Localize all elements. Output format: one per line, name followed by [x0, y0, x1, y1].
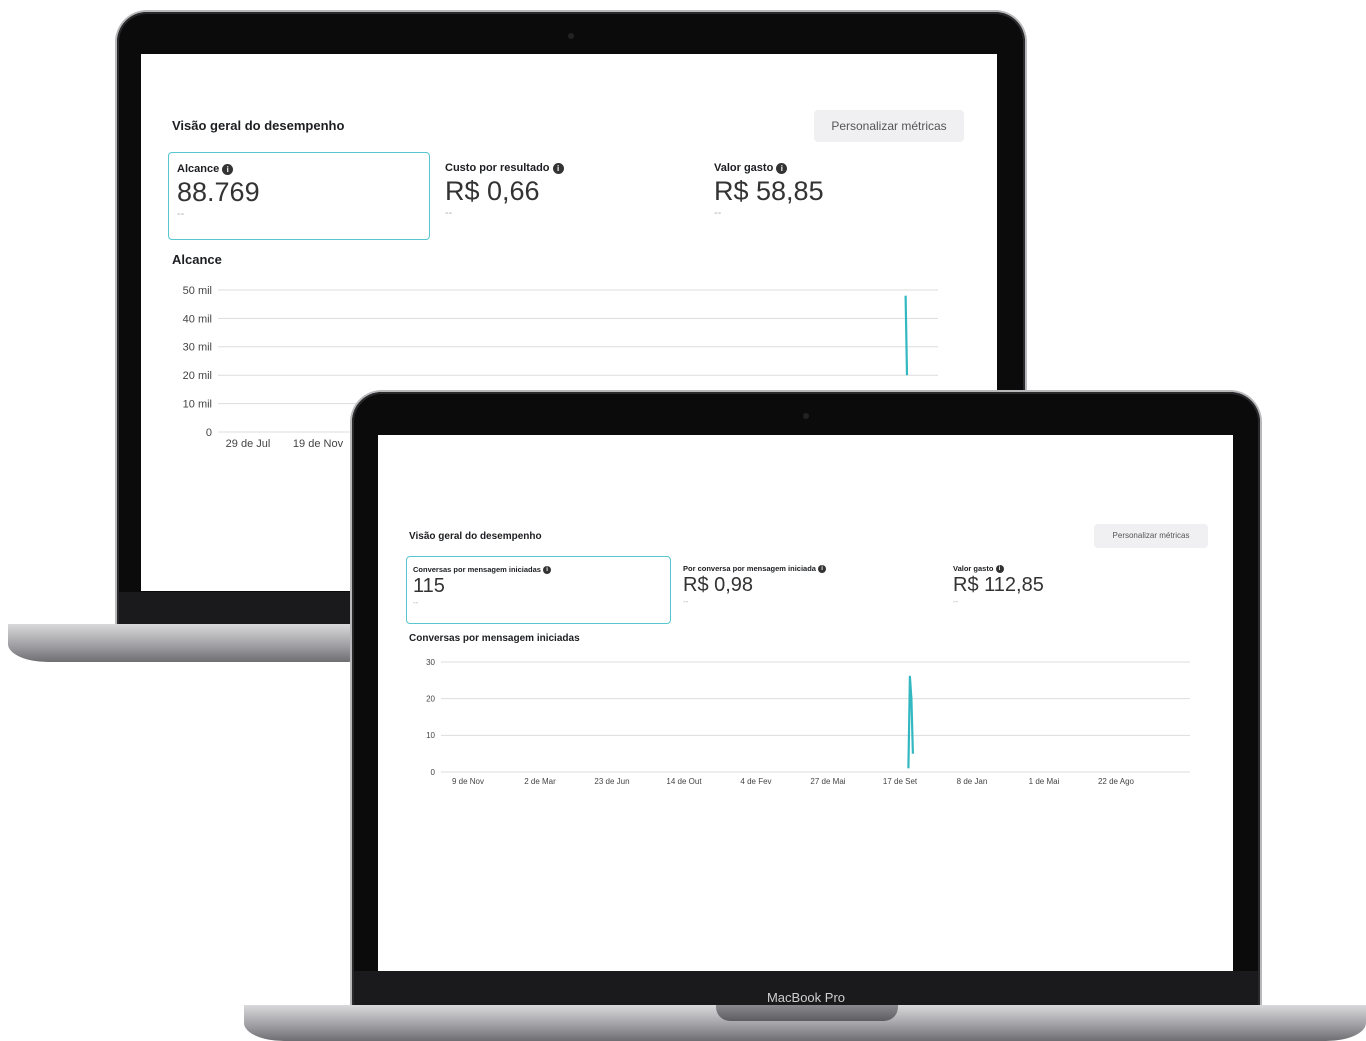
customize-metrics-button[interactable]: Personalizar métricas	[814, 110, 964, 142]
y-tick-label: 0	[431, 768, 436, 777]
front-laptop-screen: Visão geral do desempenho Personalizar m…	[378, 435, 1233, 971]
metric-card-amount-spent[interactable]: Valor gasto i R$ 112,85 --	[947, 556, 1212, 624]
metric-label: Valor gasto	[714, 162, 774, 174]
metric-card-amount-spent[interactable]: Valor gasto i R$ 58,85 --	[706, 152, 968, 240]
x-tick-label: 17 de Set	[883, 777, 918, 786]
y-tick-label: 10 mil	[183, 398, 212, 410]
metric-label: Alcance	[177, 163, 220, 175]
metric-value: R$ 58,85	[714, 176, 824, 206]
x-tick-label: 8 de Jan	[957, 777, 988, 786]
metric-card-cost-per-result[interactable]: Custo por resultado i R$ 0,66 --	[437, 152, 699, 240]
metric-delta: --	[413, 598, 419, 608]
metric-delta: --	[683, 597, 689, 607]
info-icon[interactable]: i	[552, 162, 564, 174]
metric-card-cost-per-conversation[interactable]: Por conversa por mensagem iniciada i R$ …	[677, 556, 942, 624]
metric-delta: --	[714, 207, 722, 219]
metric-delta: --	[953, 597, 959, 607]
x-tick-label: 9 de Nov	[452, 777, 484, 786]
y-tick-label: 10	[426, 731, 435, 740]
chart-title: Alcance	[172, 252, 222, 267]
y-tick-label: 0	[206, 427, 212, 439]
metric-value: 88.769	[177, 177, 260, 207]
x-tick-label: 14 de Out	[666, 777, 702, 786]
y-tick-label: 40 mil	[183, 313, 212, 325]
y-tick-label: 30	[426, 658, 435, 667]
metric-label: Conversas por mensagem iniciadas	[413, 565, 541, 574]
back-laptop-camera	[568, 33, 574, 39]
metric-value: R$ 0,98	[683, 574, 754, 597]
x-tick-label: 1 de Mai	[1029, 777, 1060, 786]
conversations-chart: 30 20 10 0 9 de Nov 2 de Mar 23 de Jun 14 de Ou…	[426, 658, 1190, 786]
metric-label: Valor gasto	[953, 564, 994, 573]
info-icon[interactable]: i	[995, 565, 1004, 574]
metric-value: R$ 112,85	[953, 574, 1044, 597]
series-line	[907, 675, 914, 769]
chart-title: Conversas por mensagem iniciadas	[409, 633, 580, 644]
front-laptop-notch	[716, 1005, 898, 1021]
metric-card-conversations[interactable]: Conversas por mensagem iniciadas i 115 -…	[406, 556, 671, 624]
page-title: Visão geral do desempenho	[409, 531, 542, 542]
x-tick-label: 23 de Jun	[594, 777, 629, 786]
y-tick-label: 20	[426, 694, 435, 703]
info-icon[interactable]: i	[818, 565, 827, 574]
back-laptop-base	[8, 624, 388, 662]
x-tick-label: 19 de Nov	[293, 438, 344, 450]
series-line	[904, 295, 909, 376]
x-tick-label: 27 de Mai	[810, 777, 845, 786]
metric-label: Custo por resultado	[445, 162, 550, 174]
info-icon[interactable]: i	[543, 566, 552, 575]
metric-value: R$ 0,66	[445, 176, 540, 206]
x-tick-label: 4 de Fev	[740, 777, 771, 786]
macbook-brand-label: MacBook Pro	[766, 990, 846, 1005]
y-tick-label: 30 mil	[183, 342, 212, 354]
metric-delta: --	[177, 208, 185, 220]
metric-card-reach[interactable]: Alcance i 88.769 --	[168, 152, 430, 240]
front-laptop-camera	[803, 413, 809, 419]
y-tick-label: 20 mil	[183, 370, 212, 382]
front-dashboard: Visão geral do desempenho Personalizar m…	[378, 435, 1233, 971]
info-icon[interactable]: i	[776, 162, 788, 174]
metric-value: 115	[413, 575, 445, 598]
page-title: Visão geral do desempenho	[172, 118, 345, 133]
info-icon[interactable]: i	[222, 163, 234, 175]
x-tick-label: 22 de Ago	[1098, 777, 1135, 786]
metric-label: Por conversa por mensagem iniciada	[683, 564, 816, 573]
y-tick-label: 50 mil	[183, 285, 212, 297]
metric-delta: --	[445, 207, 453, 219]
customize-metrics-button[interactable]: Personalizar métricas	[1094, 524, 1208, 548]
x-tick-label: 29 de Jul	[226, 438, 271, 450]
x-tick-label: 2 de Mar	[524, 777, 556, 786]
